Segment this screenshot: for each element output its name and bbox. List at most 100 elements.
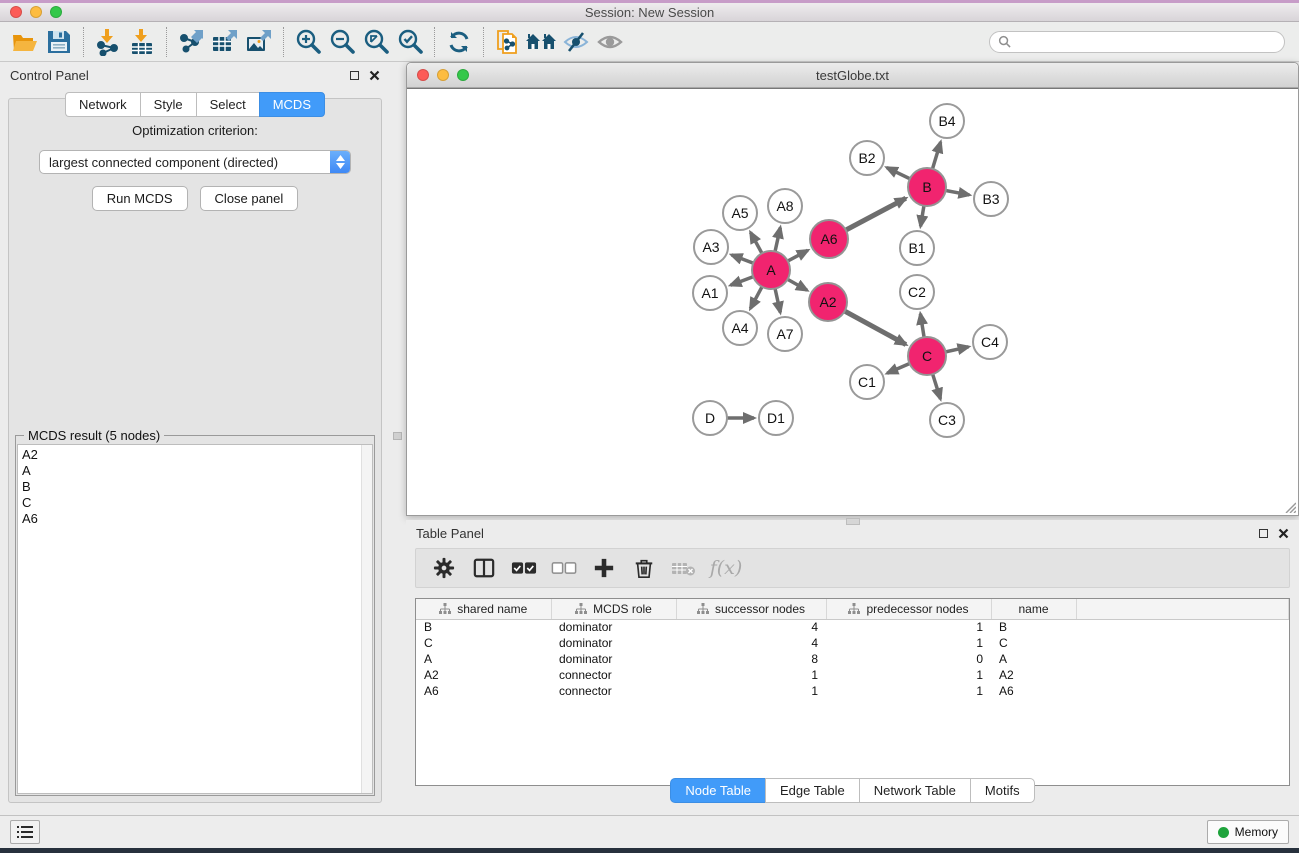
zoom-in-button[interactable] [291, 25, 325, 59]
zoom-selected-button[interactable] [393, 25, 427, 59]
memory-button[interactable]: Memory [1207, 820, 1289, 844]
node-B1[interactable]: B1 [899, 230, 935, 266]
cell-mcds_role[interactable]: dominator [551, 635, 676, 651]
cell-successor_nodes[interactable]: 4 [676, 635, 826, 651]
column-header-shared_name[interactable]: shared name [416, 599, 551, 619]
node-A8[interactable]: A8 [767, 188, 803, 224]
close-table-panel-icon[interactable] [1278, 528, 1289, 539]
cell-mcds_role[interactable]: dominator [551, 651, 676, 667]
divider-handle-horizontal[interactable] [846, 518, 860, 525]
tab-node-table[interactable]: Node Table [670, 778, 765, 803]
function-builder-button[interactable]: f(x) [706, 552, 742, 584]
node-A5[interactable]: A5 [722, 195, 758, 231]
node-C4[interactable]: C4 [972, 324, 1008, 360]
network-window-titlebar[interactable]: testGlobe.txt [407, 63, 1298, 88]
result-item[interactable]: A2 [22, 447, 368, 463]
tab-mcds[interactable]: MCDS [259, 92, 325, 117]
export-image-button[interactable] [242, 25, 276, 59]
tab-motifs[interactable]: Motifs [970, 778, 1035, 803]
cell-predecessor_nodes[interactable]: 1 [826, 667, 991, 683]
table-row[interactable]: A2connector11A2 [416, 667, 1289, 683]
result-item[interactable]: B [22, 479, 368, 495]
close-panel-icon[interactable] [369, 70, 380, 81]
cell-name[interactable]: A6 [991, 683, 1076, 699]
zoom-out-button[interactable] [325, 25, 359, 59]
hide-view-button[interactable] [559, 25, 593, 59]
cell-predecessor_nodes[interactable]: 0 [826, 651, 991, 667]
cell-name[interactable]: B [991, 619, 1076, 635]
cell-mcds_role[interactable]: dominator [551, 619, 676, 635]
cell-predecessor_nodes[interactable]: 1 [826, 619, 991, 635]
refresh-button[interactable] [442, 25, 476, 59]
node-table[interactable]: shared nameMCDS rolesuccessor nodesprede… [415, 598, 1290, 786]
import-table-button[interactable] [125, 25, 159, 59]
delete-table-button[interactable] [666, 552, 702, 584]
cell-mcds_role[interactable]: connector [551, 667, 676, 683]
mcds-result-list[interactable]: A2ABCA6 [17, 444, 373, 794]
node-A3[interactable]: A3 [693, 229, 729, 265]
node-B2[interactable]: B2 [849, 140, 885, 176]
node-C2[interactable]: C2 [899, 274, 935, 310]
network-canvas[interactable]: B4B2BB3A8A5A6A3B1AC2A1A2A4A7C4CC1DD1C3 [407, 88, 1298, 515]
export-network-button[interactable] [174, 25, 208, 59]
column-header-name[interactable]: name [991, 599, 1076, 619]
open-button[interactable] [8, 25, 42, 59]
column-header-successor_nodes[interactable]: successor nodes [676, 599, 826, 619]
node-B[interactable]: B [907, 167, 947, 207]
float-panel-icon[interactable] [350, 71, 359, 80]
result-item[interactable]: A6 [22, 511, 368, 527]
node-B3[interactable]: B3 [973, 181, 1009, 217]
column-header-predecessor_nodes[interactable]: predecessor nodes [826, 599, 991, 619]
cell-predecessor_nodes[interactable]: 1 [826, 635, 991, 651]
cell-shared_name[interactable]: A [416, 651, 551, 667]
node-A[interactable]: A [751, 250, 791, 290]
node-A7[interactable]: A7 [767, 316, 803, 352]
cell-name[interactable]: C [991, 635, 1076, 651]
optimization-dropdown[interactable]: largest connected component (directed) [39, 150, 351, 174]
node-D1[interactable]: D1 [758, 400, 794, 436]
search-field[interactable] [989, 31, 1285, 53]
run-mcds-button[interactable]: Run MCDS [92, 186, 188, 211]
resize-grip-icon[interactable] [1284, 501, 1296, 513]
cell-name[interactable]: A [991, 651, 1076, 667]
show-view-button[interactable] [593, 25, 627, 59]
node-A4[interactable]: A4 [722, 310, 758, 346]
cell-successor_nodes[interactable]: 1 [676, 667, 826, 683]
table-row[interactable]: Bdominator41B [416, 619, 1289, 635]
node-A6[interactable]: A6 [809, 219, 849, 259]
create-column-button[interactable] [586, 552, 622, 584]
show-columns-button[interactable] [466, 552, 502, 584]
node-C[interactable]: C [907, 336, 947, 376]
cell-successor_nodes[interactable]: 1 [676, 683, 826, 699]
delete-columns-button[interactable] [626, 552, 662, 584]
zoom-fit-button[interactable] [359, 25, 393, 59]
node-C1[interactable]: C1 [849, 364, 885, 400]
select-all-button[interactable] [506, 552, 542, 584]
table-row[interactable]: Adominator80A [416, 651, 1289, 667]
column-header-mcds_role[interactable]: MCDS role [551, 599, 676, 619]
result-scrollbar[interactable] [361, 445, 372, 793]
tab-edge-table[interactable]: Edge Table [765, 778, 859, 803]
tab-select[interactable]: Select [196, 92, 259, 117]
panel-divider-vertical[interactable] [390, 62, 406, 815]
tab-network[interactable]: Network [65, 92, 140, 117]
save-button[interactable] [42, 25, 76, 59]
cell-shared_name[interactable]: A2 [416, 667, 551, 683]
deselect-all-button[interactable] [546, 552, 582, 584]
show-tasks-button[interactable] [10, 820, 40, 844]
search-input[interactable] [1016, 35, 1276, 49]
node-B4[interactable]: B4 [929, 103, 965, 139]
cell-shared_name[interactable]: C [416, 635, 551, 651]
float-table-panel-icon[interactable] [1259, 529, 1268, 538]
node-C3[interactable]: C3 [929, 402, 965, 438]
cell-successor_nodes[interactable]: 8 [676, 651, 826, 667]
table-settings-button[interactable] [426, 552, 462, 584]
node-A2[interactable]: A2 [808, 282, 848, 322]
divider-handle[interactable] [393, 432, 402, 440]
cell-shared_name[interactable]: A6 [416, 683, 551, 699]
cell-successor_nodes[interactable]: 4 [676, 619, 826, 635]
table-row[interactable]: Cdominator41C [416, 635, 1289, 651]
result-item[interactable]: C [22, 495, 368, 511]
import-network-button[interactable] [91, 25, 125, 59]
duplicate-network-button[interactable] [491, 25, 525, 59]
